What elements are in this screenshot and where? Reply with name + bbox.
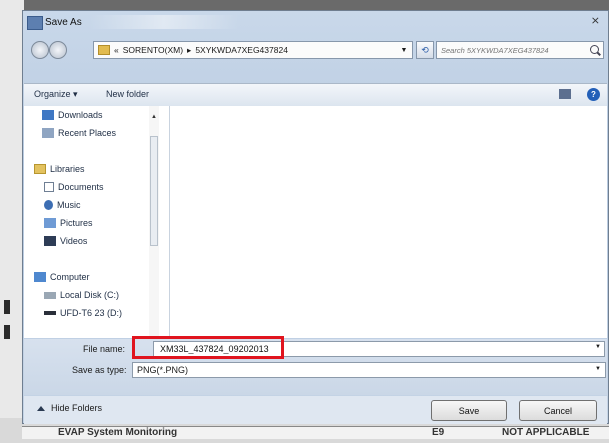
search-input[interactable] <box>441 45 581 55</box>
command-bar: Organize ▾ New folder ? <box>24 83 607 107</box>
background-row-label: EVAP System Monitoring <box>58 427 178 438</box>
computer-icon <box>34 272 46 282</box>
nav-label: Recent Places <box>58 128 117 138</box>
back-button[interactable] <box>31 41 49 59</box>
hide-folders-label: Hide Folders <box>51 403 103 413</box>
search-icon[interactable] <box>590 45 599 54</box>
folder-icon <box>98 45 110 55</box>
nav-item-downloads[interactable]: Downloads <box>42 110 103 120</box>
new-folder-button[interactable]: New folder <box>106 89 149 99</box>
close-icon[interactable]: ⨯ <box>591 14 600 27</box>
nav-item-videos[interactable]: Videos <box>44 236 87 246</box>
usb-drive-icon <box>44 311 56 315</box>
file-list-area[interactable] <box>170 106 607 338</box>
highlight-annotation <box>132 336 284 359</box>
nav-item-usb-drive[interactable]: UFD-T6 23 (D:) <box>44 308 122 318</box>
forward-button[interactable] <box>49 41 67 59</box>
save-as-type-dropdown-icon[interactable]: ▼ <box>595 366 601 372</box>
background-row-code: E9 <box>432 427 445 438</box>
videos-icon <box>44 236 56 246</box>
nav-item-music[interactable]: Music <box>44 200 81 210</box>
nav-label: UFD-T6 23 (D:) <box>60 308 123 318</box>
save-as-type-label: Save as type: <box>72 365 127 375</box>
nav-label: Music <box>57 200 81 210</box>
nav-label: Downloads <box>58 110 103 120</box>
background-row-status: NOT APPLICABLE <box>502 427 590 438</box>
pictures-icon <box>44 218 56 228</box>
refresh-button[interactable]: ⟲ <box>416 41 434 59</box>
breadcrumb-vin[interactable]: 5XYKWDA7XEG437824 <box>195 45 288 55</box>
navigation-pane: Downloads Recent Places Libraries Docume… <box>24 106 170 338</box>
recent-places-icon <box>42 128 54 138</box>
nav-label: Videos <box>60 236 88 246</box>
nav-item-computer[interactable]: Computer <box>34 272 90 282</box>
scroll-up-icon[interactable]: ▲ <box>151 114 157 120</box>
background-mark <box>4 325 10 339</box>
nav-item-pictures[interactable]: Pictures <box>44 218 93 228</box>
background-mark <box>4 300 10 314</box>
hard-drive-icon <box>44 291 56 299</box>
collapse-arrow-icon <box>37 405 45 411</box>
save-button[interactable]: Save <box>431 400 507 421</box>
nav-label: Documents <box>58 182 104 192</box>
nav-item-local-disk[interactable]: Local Disk (C:) <box>44 290 119 300</box>
nav-item-recent-places[interactable]: Recent Places <box>42 128 116 138</box>
file-name-dropdown-icon[interactable]: ▼ <box>595 344 601 350</box>
libraries-icon <box>34 164 46 174</box>
cancel-button[interactable]: Cancel <box>519 400 597 421</box>
address-overflow[interactable]: « <box>114 45 119 55</box>
save-as-dialog: Save As ⨯ « SORENTO(XM) ▸ 5XYKWDA7XEG437… <box>22 10 609 424</box>
file-name-label: File name: <box>83 344 126 354</box>
downloads-icon <box>42 110 54 120</box>
help-icon[interactable]: ? <box>587 88 600 101</box>
organize-menu[interactable]: Organize ▾ <box>34 89 78 100</box>
view-options-icon[interactable] <box>559 89 571 99</box>
search-box[interactable] <box>436 41 604 59</box>
window-icon <box>27 16 43 30</box>
documents-icon <box>44 182 54 192</box>
background-page-edge <box>0 0 24 443</box>
nav-scrollbar-thumb[interactable] <box>150 136 158 246</box>
nav-item-documents[interactable]: Documents <box>44 182 104 192</box>
nav-item-libraries[interactable]: Libraries <box>34 164 85 174</box>
window-title: Save As <box>45 17 82 28</box>
address-dropdown-icon[interactable]: ▼ <box>396 41 412 59</box>
nav-label: Local Disk (C:) <box>60 290 120 300</box>
address-bar[interactable]: « SORENTO(XM) ▸ 5XYKWDA7XEG437824 <box>93 41 413 59</box>
breadcrumb-separator[interactable]: ▸ <box>187 45 191 56</box>
save-as-type-select[interactable]: PNG(*.PNG) <box>132 362 606 378</box>
breadcrumb-sorento[interactable]: SORENTO(XM) <box>123 45 183 55</box>
nav-label: Computer <box>50 272 90 282</box>
nav-label: Libraries <box>50 164 85 174</box>
title-bar-blur <box>89 15 239 29</box>
nav-label: Pictures <box>60 218 93 228</box>
music-icon <box>44 200 53 210</box>
hide-folders-toggle[interactable]: Hide Folders <box>37 403 102 413</box>
